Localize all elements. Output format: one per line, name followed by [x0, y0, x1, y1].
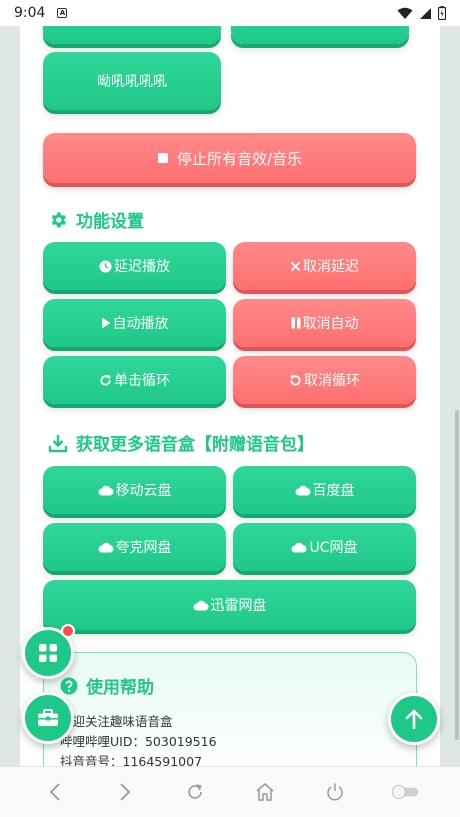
sound-button-yell-label: 呦吼吼吼吼 — [97, 74, 167, 90]
wifi-icon — [397, 7, 413, 19]
play-icon — [101, 317, 110, 329]
baidu-pan-label: 百度盘 — [312, 483, 355, 499]
cloud-icon — [291, 542, 307, 552]
cancel-delay-label: 取消延迟 — [303, 259, 359, 275]
toggle-icon — [391, 784, 419, 800]
question-circle-icon — [60, 677, 78, 694]
power-icon — [327, 783, 343, 801]
gear-icon — [51, 212, 66, 227]
cancel-loop-button[interactable]: 取消循环 — [233, 356, 416, 404]
home-button[interactable] — [250, 777, 280, 807]
refresh-icon — [188, 784, 202, 799]
status-icons — [397, 6, 446, 20]
battery-icon — [438, 6, 446, 20]
function-settings-label: 功能设置 — [76, 212, 144, 232]
back-button[interactable] — [40, 777, 70, 807]
click-loop-button[interactable]: 单击循环 — [43, 356, 226, 404]
scroll-indicator[interactable] — [455, 410, 459, 740]
notification-badge — [61, 624, 75, 638]
mobile-cloud-button[interactable]: 移动云盘 — [43, 466, 226, 514]
cloud-icon — [98, 542, 113, 552]
forward-button[interactable] — [110, 777, 140, 807]
signal-icon — [420, 7, 431, 19]
help-line-bilibili: 哔哩哔哩UID：503019516 — [60, 734, 217, 749]
auto-play-label: 自动播放 — [112, 316, 169, 332]
power-button[interactable] — [320, 777, 350, 807]
undo-icon — [290, 374, 301, 386]
auto-play-button[interactable]: 自动播放 — [43, 299, 226, 347]
uc-pan-label: UC网盘 — [309, 540, 358, 556]
notification-a-icon: A — [57, 8, 68, 18]
sound-button-yell[interactable]: 呦吼吼吼吼 — [43, 52, 221, 110]
cancel-auto-button[interactable]: 取消自动 — [233, 299, 416, 347]
mobile-cloud-label: 移动云盘 — [115, 483, 172, 499]
function-settings-title: 功能设置 — [48, 207, 144, 232]
cancel-auto-label: 取消自动 — [302, 316, 359, 332]
click-loop-label: 单击循环 — [114, 373, 170, 389]
download-icon — [48, 434, 68, 452]
xunlei-pan-button[interactable]: 迅雷网盘 — [43, 580, 416, 630]
status-time: 9:04 — [14, 5, 46, 21]
status-bar: 9:04 A — [0, 0, 460, 26]
cancel-delay-button[interactable]: 取消延迟 — [233, 242, 416, 290]
baidu-pan-button[interactable]: 百度盘 — [233, 466, 416, 514]
download-section-label: 获取更多语音盒【附赠语音包】 — [76, 435, 314, 455]
uc-pan-button[interactable]: UC网盘 — [233, 523, 416, 571]
cloud-icon — [295, 485, 310, 495]
toolbox-icon — [38, 709, 58, 726]
redo-icon — [100, 374, 111, 386]
cloud-icon — [98, 485, 113, 495]
browser-bottom-nav — [0, 766, 460, 817]
toolbox-fab[interactable] — [22, 692, 74, 744]
clock-icon — [99, 259, 112, 273]
quark-pan-button[interactable]: 夸克网盘 — [43, 523, 226, 571]
cloud-icon — [193, 600, 208, 610]
stop-square-icon — [157, 153, 168, 163]
home-icon — [256, 783, 274, 801]
toggle-switch[interactable] — [390, 777, 420, 807]
help-line-welcome: 欢迎关注趣味语音盒 — [60, 714, 173, 729]
cancel-loop-label: 取消循环 — [304, 373, 360, 389]
delay-play-label: 延迟播放 — [114, 259, 170, 275]
download-section-title: 获取更多语音盒【附赠语音包】 — [48, 430, 314, 455]
help-box: 使用帮助 欢迎关注趣味语音盒 哔哩哔哩UID：503019516 抖音音号：11… — [43, 652, 417, 782]
stop-all-button[interactable]: 停止所有音效/音乐 — [43, 133, 416, 183]
chevron-right-icon — [120, 783, 131, 801]
close-icon — [290, 261, 301, 271]
pause-icon — [291, 317, 300, 329]
refresh-button[interactable] — [180, 777, 210, 807]
delay-play-button[interactable]: 延迟播放 — [43, 242, 226, 290]
arrow-up-icon — [405, 709, 423, 729]
scroll-to-top-fab[interactable] — [388, 693, 440, 745]
quark-pan-label: 夸克网盘 — [115, 540, 172, 556]
grid-icon — [39, 644, 57, 662]
stop-all-label: 停止所有音效/音乐 — [176, 149, 303, 168]
help-title: 使用帮助 — [60, 673, 154, 698]
xunlei-pan-label: 迅雷网盘 — [210, 598, 267, 614]
help-title-label: 使用帮助 — [86, 678, 154, 698]
chevron-left-icon — [49, 783, 60, 801]
